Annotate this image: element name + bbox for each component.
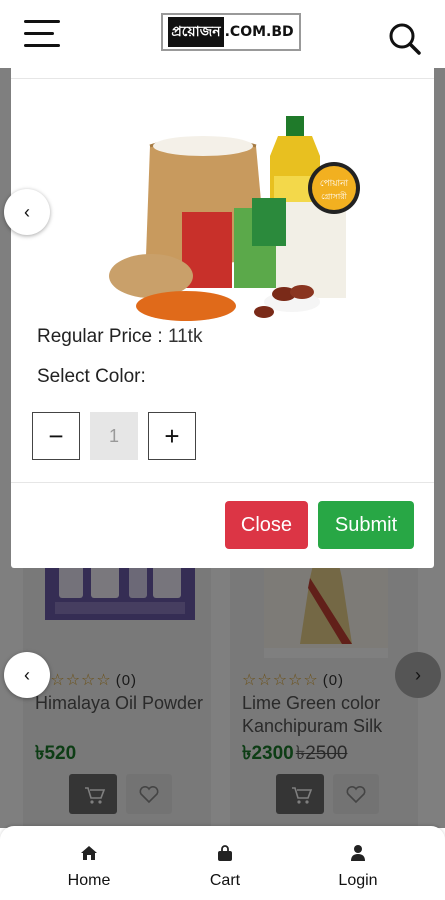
chevron-right-icon: › xyxy=(415,664,421,685)
svg-text:গ্রোসারী: গ্রোসারী xyxy=(321,191,348,201)
nav-item-home[interactable]: Home xyxy=(39,844,139,890)
close-button[interactable]: Close xyxy=(225,501,308,549)
search-icon[interactable] xyxy=(388,22,424,58)
regular-price: Regular Price : 11tk xyxy=(37,326,202,348)
regular-price-value: 11tk xyxy=(167,326,203,347)
nav-item-cart[interactable]: Cart xyxy=(175,844,275,890)
bottom-navigation: Home Cart Login xyxy=(0,826,445,900)
image-prev-button[interactable]: ‹ xyxy=(4,189,50,235)
nav-label-home: Home xyxy=(67,872,111,889)
minus-icon: − xyxy=(48,420,64,451)
logo-bangla-text: প্রয়োজন xyxy=(168,17,224,47)
site-logo[interactable]: প্রয়োজন .COM.BD xyxy=(161,13,301,51)
svg-text:পোয়ানা: পোয়ানা xyxy=(320,179,349,189)
nav-label-cart: Cart xyxy=(209,872,241,889)
menu-icon[interactable] xyxy=(24,20,60,48)
quantity-increase-button[interactable]: + xyxy=(148,412,196,460)
carousel-prev-button[interactable]: ‹ xyxy=(4,652,50,698)
home-icon xyxy=(39,844,139,864)
quantity-decrease-button[interactable]: − xyxy=(32,412,80,460)
nav-item-login[interactable]: Login xyxy=(308,844,408,890)
select-color-label: Select Color: xyxy=(37,366,146,387)
modal-header-divider xyxy=(11,78,434,79)
plus-icon: + xyxy=(164,420,180,451)
quantity-input[interactable] xyxy=(90,412,138,460)
logo-domain-text: .COM.BD xyxy=(224,24,294,40)
user-icon xyxy=(308,844,408,864)
carousel-next-button[interactable]: › xyxy=(395,652,441,698)
quick-view-modal: পোয়ানা গ্রোসারী Regular Price : 11tk Se… xyxy=(11,58,434,568)
regular-price-label: Regular Price : xyxy=(37,326,163,347)
chevron-left-icon: ‹ xyxy=(24,201,30,222)
submit-button[interactable]: Submit xyxy=(318,501,414,549)
bag-icon xyxy=(175,844,275,864)
modal-footer-divider xyxy=(11,482,434,483)
nav-label-login: Login xyxy=(338,872,378,889)
chevron-left-icon: ‹ xyxy=(24,664,30,685)
product-image: পোয়ানা গ্রোসারী xyxy=(109,116,360,321)
